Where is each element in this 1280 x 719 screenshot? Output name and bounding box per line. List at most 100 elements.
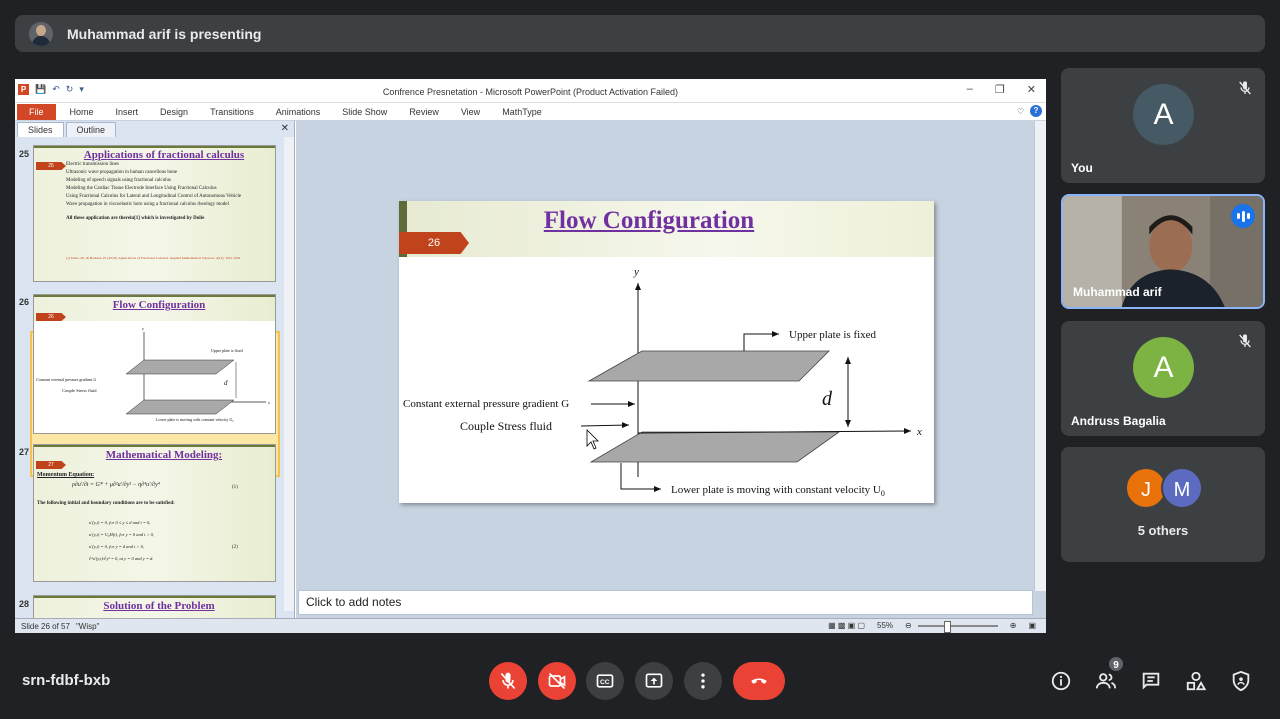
ribbon-minimize-icon[interactable]: ♡: [1017, 107, 1024, 116]
thumbnail-title: Flow Configuration: [112, 299, 206, 311]
minimize-icon[interactable]: –: [967, 83, 973, 96]
tab-mathtype[interactable]: MathType: [502, 107, 542, 117]
thumbnail-title: Mathematical Modeling:: [105, 449, 223, 461]
meeting-details-button[interactable]: [1049, 669, 1073, 693]
thumbnail-title: Solution of the Problem: [103, 600, 215, 612]
camera-toggle-button[interactable]: [538, 662, 576, 700]
chat-icon: [1142, 672, 1160, 690]
people-icon: [1095, 673, 1117, 689]
slide-badge: 27: [36, 461, 66, 469]
presenter-avatar: [29, 21, 53, 46]
upper-label-arrow: [743, 331, 779, 351]
main-slide: Flow Configuration 26 y x d Upper plate …: [399, 201, 934, 503]
avatar: A: [1133, 337, 1194, 398]
thumbnail-bc-lines: u′(y,t) = 0, for 0 ≤ y ≤ d and t = 0, u′…: [89, 520, 155, 561]
shield-icon: [1232, 670, 1250, 692]
participant-name: Muhammad arif: [1073, 285, 1162, 299]
tab-outline[interactable]: Outline: [65, 122, 117, 137]
participant-tile-andruss-bagalia[interactable]: A Andruss Bagalia: [1061, 321, 1265, 436]
leave-call-button[interactable]: [733, 662, 785, 700]
thumbnail-ref: [1] Dolie, M., & Barkana, B. (2018). App…: [66, 256, 241, 260]
close-panel-icon[interactable]: ✕: [281, 123, 289, 134]
participant-name: Andruss Bagalia: [1071, 414, 1166, 428]
presenting-text: Muhammad arif is presenting: [67, 25, 262, 42]
thumbnail-fluid-label: Couple Stress fluid: [62, 388, 97, 393]
slide-number: 25: [19, 149, 30, 159]
flow-configuration-diagram: y x d Upper plate is fixed Constant exte…: [403, 266, 922, 498]
tab-slides[interactable]: Slides: [17, 122, 64, 137]
thumbnail-y-label: y: [142, 326, 144, 331]
fluid-arrow: [580, 422, 630, 429]
thumbnail-subtitle: Momentum Equation:: [37, 472, 95, 478]
people-count-badge: 9: [1107, 655, 1125, 673]
fluid-label: Couple Stress fluid: [460, 419, 552, 433]
tab-insert[interactable]: Insert: [116, 107, 139, 117]
slide-thumbnail-28[interactable]: Solution of the Problem: [33, 595, 276, 618]
chat-button[interactable]: [1139, 669, 1163, 693]
zoom-level[interactable]: 55%: [877, 621, 893, 630]
slides-panel-scrollbar[interactable]: [284, 137, 294, 611]
zoom-in-icon[interactable]: ⊕: [1010, 621, 1017, 630]
lower-plate: [589, 431, 841, 463]
host-controls-button[interactable]: [1229, 669, 1253, 693]
speaking-indicator-icon: [1231, 204, 1255, 228]
thumbnail-x-label: x: [268, 400, 270, 405]
thumbnail-pressure-label: Constant external pressure gradient G: [36, 377, 97, 382]
fit-slide-icon[interactable]: ▣: [1028, 621, 1036, 630]
present-now-button[interactable]: [635, 662, 673, 700]
mic-toggle-button[interactable]: [489, 662, 527, 700]
slide-badge: 26: [36, 313, 66, 321]
slide-badge: 25: [36, 162, 66, 170]
slide-thumbnail-26[interactable]: 26 Flow Configuration d Upper plate is f…: [33, 294, 276, 434]
tab-design[interactable]: Design: [160, 107, 188, 117]
avatar: A: [1133, 84, 1194, 145]
view-buttons-icon[interactable]: ▦ ▩ ▣ ▢: [828, 621, 865, 630]
participant-name: You: [1071, 161, 1093, 175]
slide-count-status: Slide 26 of 57: [21, 621, 70, 631]
notes-pane[interactable]: Click to add notes: [298, 590, 1033, 615]
mic-off-icon: [1239, 334, 1251, 348]
equation-number: (1): [232, 485, 238, 490]
tab-home[interactable]: Home: [70, 107, 94, 117]
theme-status: "Wisp": [75, 621, 100, 631]
restore-icon[interactable]: ❐: [995, 83, 1005, 96]
captions-button[interactable]: CC: [586, 662, 624, 700]
shared-screen: P 💾 ↶ ↻ ▾ Confrence Presnetation - Micro…: [15, 79, 1046, 633]
tab-slide-show[interactable]: Slide Show: [342, 107, 387, 117]
tab-transitions[interactable]: Transitions: [210, 107, 254, 117]
close-icon[interactable]: ✕: [1027, 83, 1036, 96]
slide-thumbnail-25[interactable]: 25 Applications of fractional calculus E…: [33, 145, 276, 282]
x-axis-label: x: [916, 426, 922, 438]
tab-view[interactable]: View: [461, 107, 480, 117]
tab-animations[interactable]: Animations: [276, 107, 321, 117]
tab-file[interactable]: File: [17, 103, 56, 120]
slide-thumbnail-27[interactable]: 27 Mathematical Modeling: Momentum Equat…: [33, 444, 276, 582]
thumbnail-diagram: d Upper plate is fixed Constant external…: [36, 326, 270, 422]
more-options-button[interactable]: [684, 662, 722, 700]
thumbnail-upper-label: Upper plate is fixed: [211, 348, 243, 353]
activities-button[interactable]: [1184, 669, 1208, 693]
others-count-label: 5 others: [1137, 523, 1189, 538]
slide-number: 26: [19, 297, 30, 307]
window-title: Confrence Presnetation - Microsoft Power…: [382, 87, 679, 97]
lower-plate-label: Lower plate is moving with constant velo…: [671, 484, 885, 498]
present-icon: [645, 673, 663, 688]
participant-tile-you[interactable]: A You: [1061, 68, 1265, 183]
meeting-code: srn-fdbf-bxb: [22, 672, 111, 689]
zoom-out-icon[interactable]: ⊖: [905, 621, 912, 630]
tab-review[interactable]: Review: [409, 107, 439, 117]
thumbnail-bc-text: The following initial and boundary condi…: [37, 501, 175, 506]
editing-area-scrollbar[interactable]: [1034, 121, 1046, 591]
panel-tabs: Slides Outline ✕: [15, 121, 295, 137]
participant-tile-muhammad-arif[interactable]: Muhammad arif: [1061, 194, 1265, 309]
info-icon: [1051, 671, 1071, 691]
thumbnail-footer: All these application are therein[1] whi…: [66, 216, 205, 221]
zoom-slider[interactable]: [917, 620, 998, 633]
slide-number: 28: [19, 599, 30, 609]
more-vert-icon: [701, 673, 705, 689]
participant-tile-others[interactable]: J M 5 others: [1061, 447, 1265, 562]
y-axis-label: y: [633, 266, 639, 278]
lower-label-arrow: [620, 463, 661, 492]
mic-off-icon: [1239, 81, 1251, 95]
help-icon[interactable]: ?: [1030, 105, 1042, 117]
